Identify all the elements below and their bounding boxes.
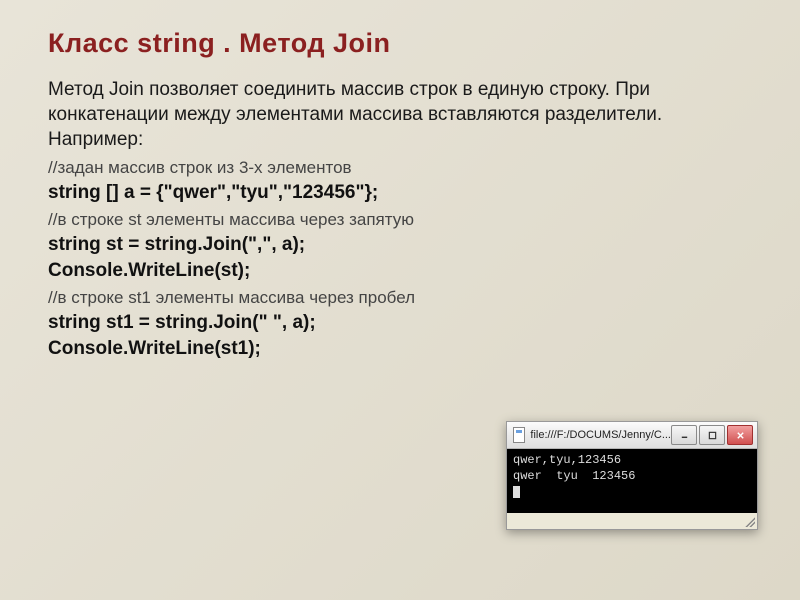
comment-3: //в строке st1 элементы массива через пр… (48, 288, 752, 308)
comment-2: //в строке st элементы массива через зап… (48, 210, 752, 230)
app-icon (513, 427, 525, 443)
code-line-5: Console.WriteLine(st1); (48, 338, 752, 360)
window-buttons (671, 425, 753, 445)
comment-1: //задан массив строк из 3-х элементов (48, 158, 752, 178)
cursor-icon (513, 486, 520, 498)
minimize-button[interactable] (671, 425, 697, 445)
console-output: qwer,tyu,123456 qwer tyu 123456 (507, 449, 757, 513)
code-line-4: string st1 = string.Join(" ", a); (48, 312, 752, 334)
code-line-1: string [] a = {"qwer","tyu","123456"}; (48, 182, 752, 204)
console-window: file:///F:/DOCUMS/Jenny/C... qwer,tyu,12… (506, 421, 758, 530)
close-button[interactable] (727, 425, 753, 445)
statusbar (507, 513, 757, 529)
intro-paragraph: Метод Join позволяет соединить массив ст… (48, 77, 752, 152)
window-titlebar: file:///F:/DOCUMS/Jenny/C... (507, 422, 757, 449)
resize-grip-icon[interactable] (743, 515, 755, 527)
console-line-1: qwer,tyu,123456 (513, 453, 621, 467)
console-line-2: qwer tyu 123456 (513, 469, 635, 483)
maximize-button[interactable] (699, 425, 725, 445)
code-line-3: Console.WriteLine(st); (48, 260, 752, 282)
slide-title: Класс string . Метод Join (48, 28, 752, 59)
window-title: file:///F:/DOCUMS/Jenny/C... (530, 429, 671, 441)
code-line-2: string st = string.Join(",", a); (48, 234, 752, 256)
